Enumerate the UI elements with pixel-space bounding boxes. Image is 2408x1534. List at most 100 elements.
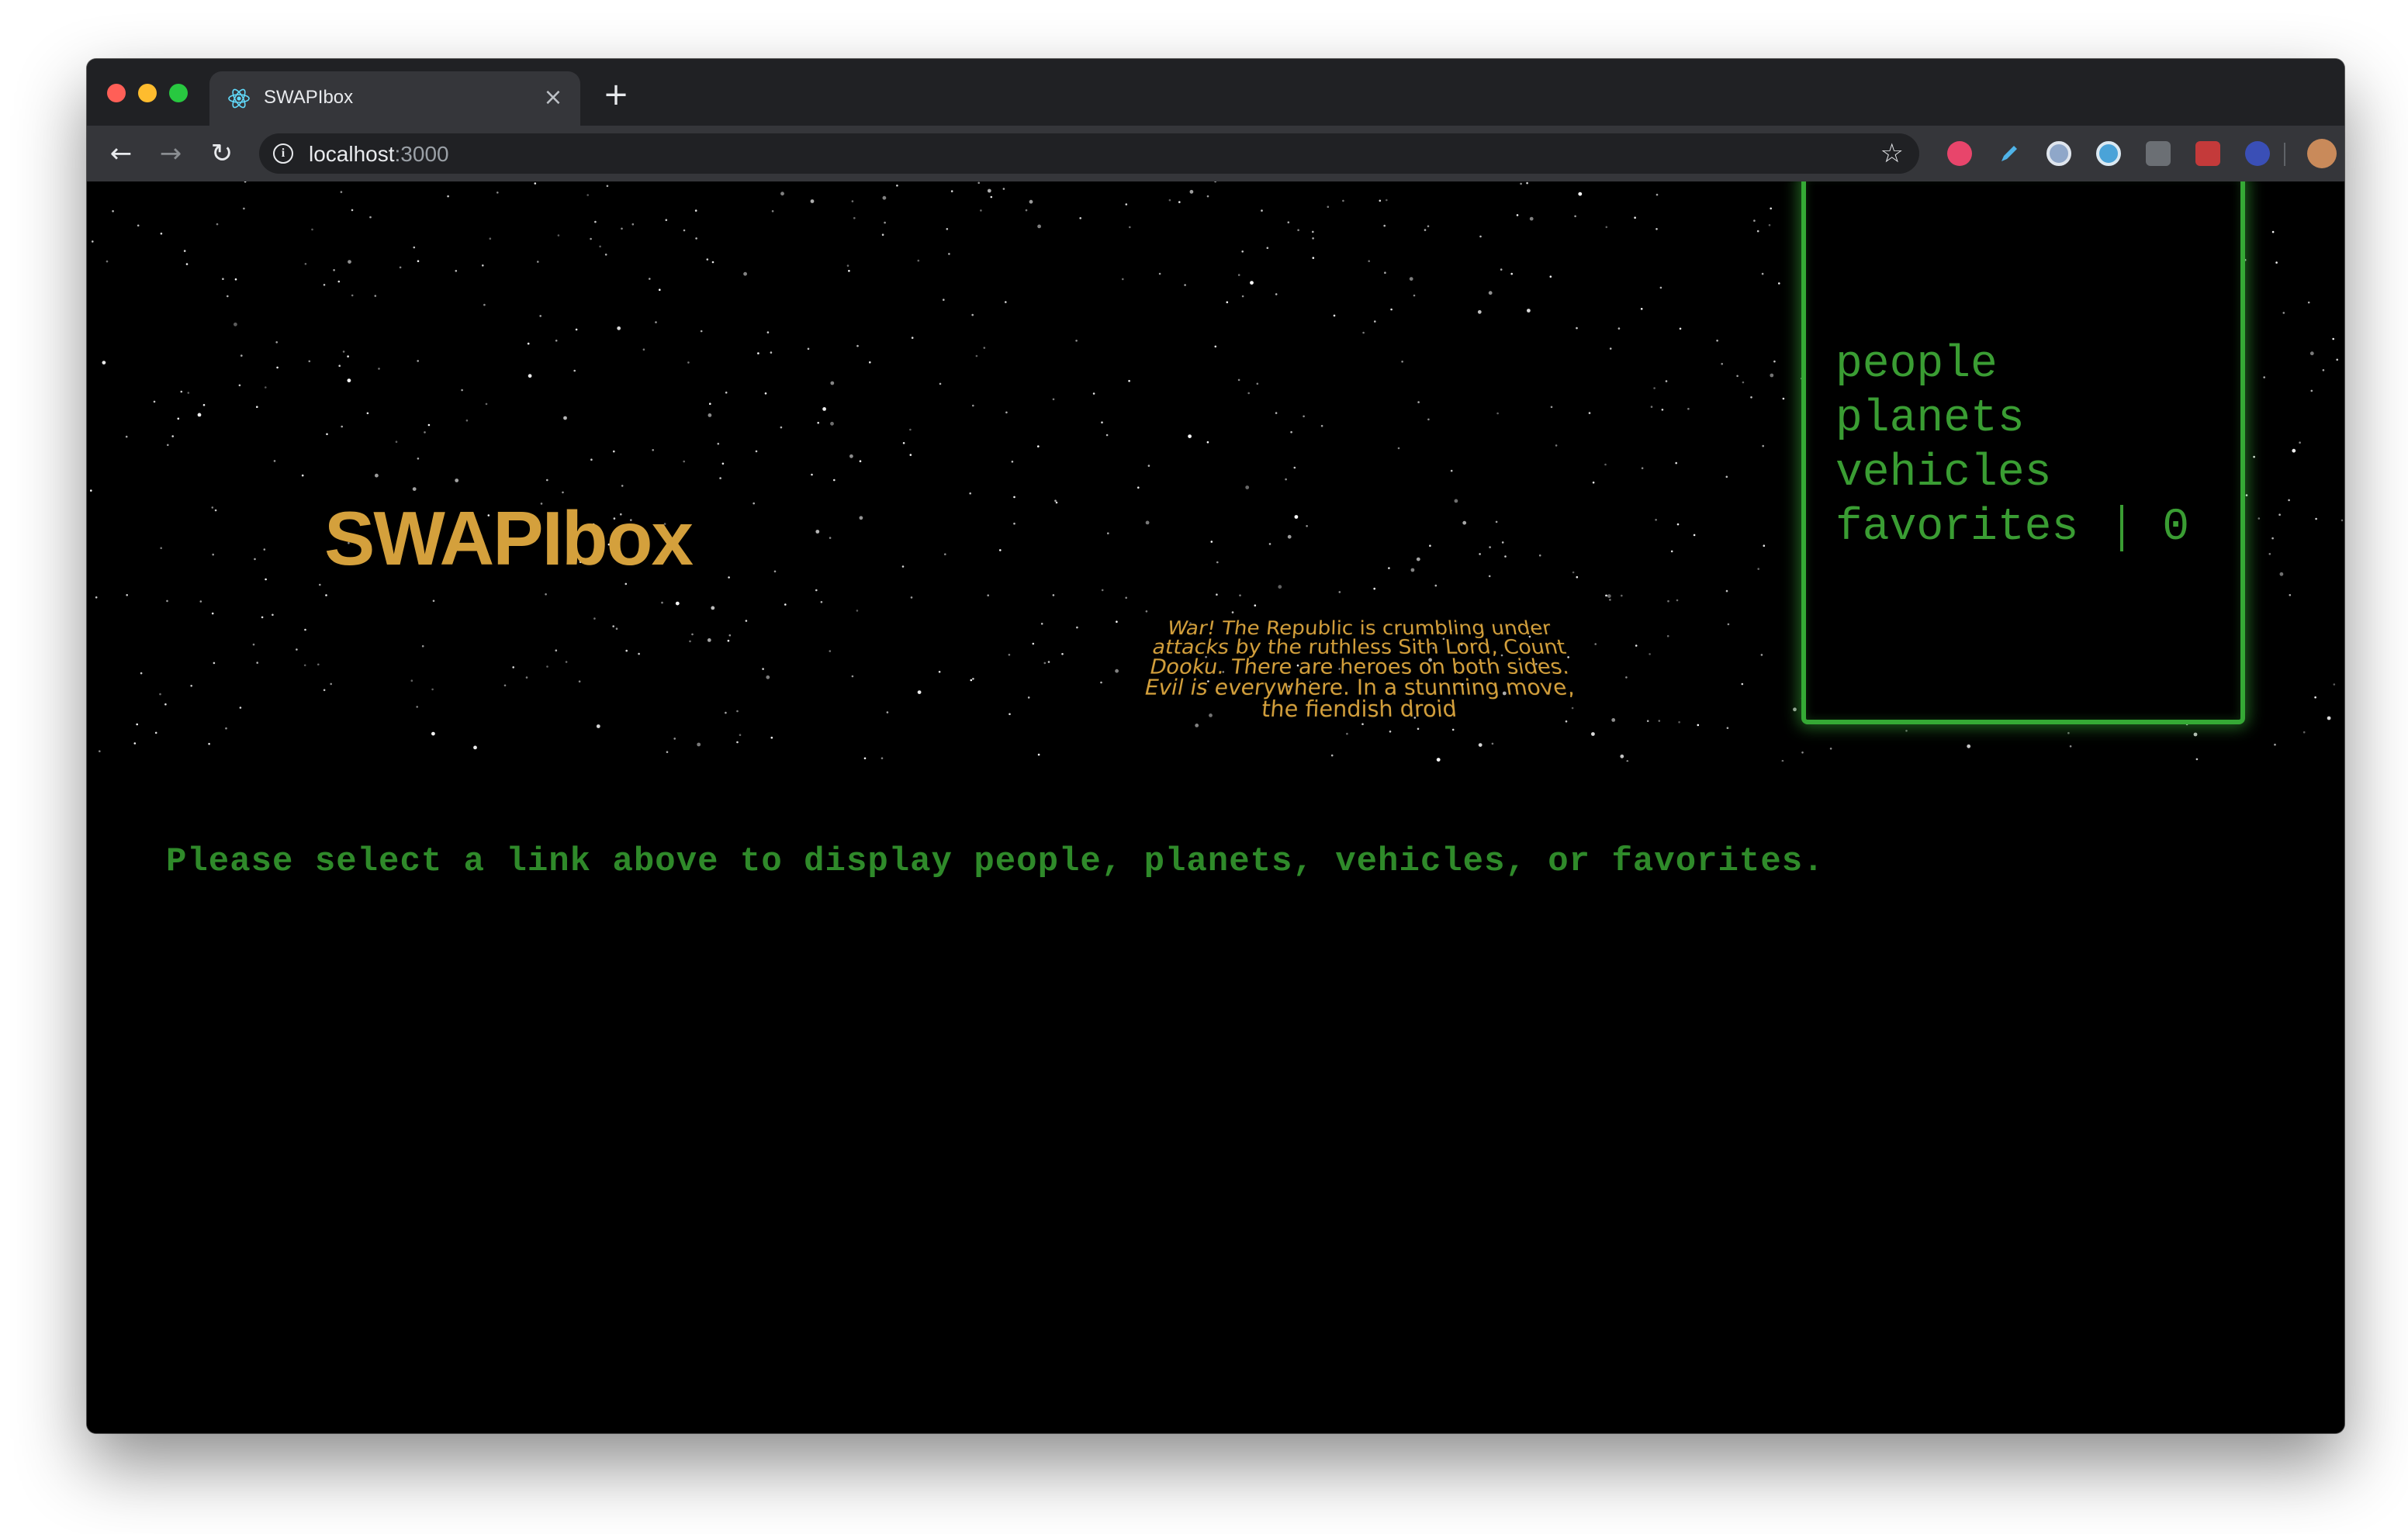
star [1190, 190, 1194, 194]
star [431, 732, 435, 736]
star [1489, 291, 1493, 295]
star [417, 360, 419, 362]
star [1275, 293, 1278, 295]
star [599, 246, 601, 248]
app-title: SWAPIbox [324, 495, 692, 582]
star [1146, 521, 1150, 525]
translate-extension-icon[interactable] [1947, 141, 1972, 166]
star [2308, 302, 2310, 304]
globe-extension-icon[interactable] [2245, 141, 2270, 166]
nav-favorites-link[interactable]: favorites [1835, 501, 2078, 555]
star [1093, 392, 1095, 395]
starfield-background: SWAPIbox War! The Republic is crumbling … [87, 181, 2344, 762]
star [1342, 200, 1344, 202]
url-text[interactable]: localhost:3000 [309, 142, 449, 167]
star [977, 182, 980, 185]
star [616, 627, 618, 630]
star [317, 664, 320, 666]
star [1388, 567, 1390, 569]
star [1435, 585, 1438, 587]
tab-strip: SWAPIbox × + [87, 59, 2344, 126]
star [712, 261, 714, 264]
star [455, 270, 458, 272]
close-window-button[interactable] [107, 84, 126, 102]
star [1056, 502, 1058, 504]
star [765, 392, 767, 395]
maximize-window-button[interactable] [169, 84, 188, 102]
star [2311, 390, 2313, 392]
star [447, 195, 449, 198]
star [918, 260, 920, 262]
star [860, 460, 862, 462]
star [422, 645, 424, 648]
address-bar[interactable]: i localhost:3000 ☆ [259, 133, 1919, 174]
star [821, 601, 823, 603]
browser-window: SWAPIbox × + ← → ↻ i localhost:3000 ☆ ⋮ … [87, 59, 2344, 1433]
star [2067, 732, 2070, 734]
star [1424, 229, 1427, 231]
reload-button[interactable]: ↻ [205, 136, 239, 171]
star [752, 503, 755, 505]
star [1009, 654, 1011, 656]
star [1539, 555, 1541, 557]
star [909, 429, 912, 431]
star [728, 576, 730, 579]
star [1288, 221, 1290, 223]
star [504, 685, 507, 687]
star [1667, 600, 1669, 603]
star [1782, 760, 1784, 762]
tab-swapibox[interactable]: SWAPIbox × [209, 71, 580, 126]
chromecast-extension-icon[interactable] [2096, 141, 2121, 166]
star [625, 650, 628, 652]
star [1306, 525, 1308, 527]
star [159, 693, 161, 696]
nav-vehicles-link[interactable]: vehicles [1835, 447, 2189, 501]
minimize-window-button[interactable] [138, 84, 157, 102]
star [896, 185, 898, 187]
star [1005, 412, 1008, 414]
profile-avatar-icon[interactable] [2307, 139, 2337, 168]
star [2283, 312, 2285, 314]
star [988, 189, 991, 193]
star [1574, 216, 1576, 218]
bookmark-star-icon[interactable]: ☆ [1880, 138, 1904, 169]
favorites-divider [2120, 505, 2123, 551]
star [1028, 696, 1030, 699]
star [697, 743, 701, 747]
circle-extension-icon[interactable] [2046, 141, 2071, 166]
star [1148, 465, 1150, 467]
pencil-extension-icon[interactable] [1997, 141, 2022, 166]
star [1520, 183, 1522, 185]
star [1496, 413, 1499, 415]
nav-planets-link[interactable]: planets [1835, 392, 2189, 447]
star [1742, 683, 1744, 686]
star [971, 314, 974, 316]
star [99, 750, 101, 752]
bulb-extension-icon[interactable] [2146, 141, 2171, 166]
back-button[interactable]: ← [104, 136, 138, 171]
star [1178, 201, 1181, 203]
star [811, 474, 813, 476]
star [341, 191, 343, 193]
star [1778, 282, 1780, 285]
star [987, 594, 989, 596]
star [815, 530, 819, 534]
star [2271, 537, 2274, 540]
red-puzzle-extension-icon[interactable] [2195, 141, 2220, 166]
star [1313, 257, 1315, 259]
close-tab-icon[interactable]: × [540, 85, 566, 111]
star [1005, 301, 1007, 303]
new-tab-button[interactable]: + [600, 79, 631, 110]
star [1694, 534, 1696, 537]
star [161, 233, 163, 235]
star [164, 703, 167, 706]
star [2269, 553, 2271, 555]
star [1037, 225, 1041, 229]
forward-button[interactable]: → [154, 136, 188, 171]
site-info-icon[interactable]: i [273, 143, 293, 164]
star [1773, 361, 1776, 363]
star [1041, 623, 1043, 625]
star [348, 378, 351, 382]
star [1169, 199, 1171, 202]
nav-people-link[interactable]: people [1835, 338, 2189, 392]
